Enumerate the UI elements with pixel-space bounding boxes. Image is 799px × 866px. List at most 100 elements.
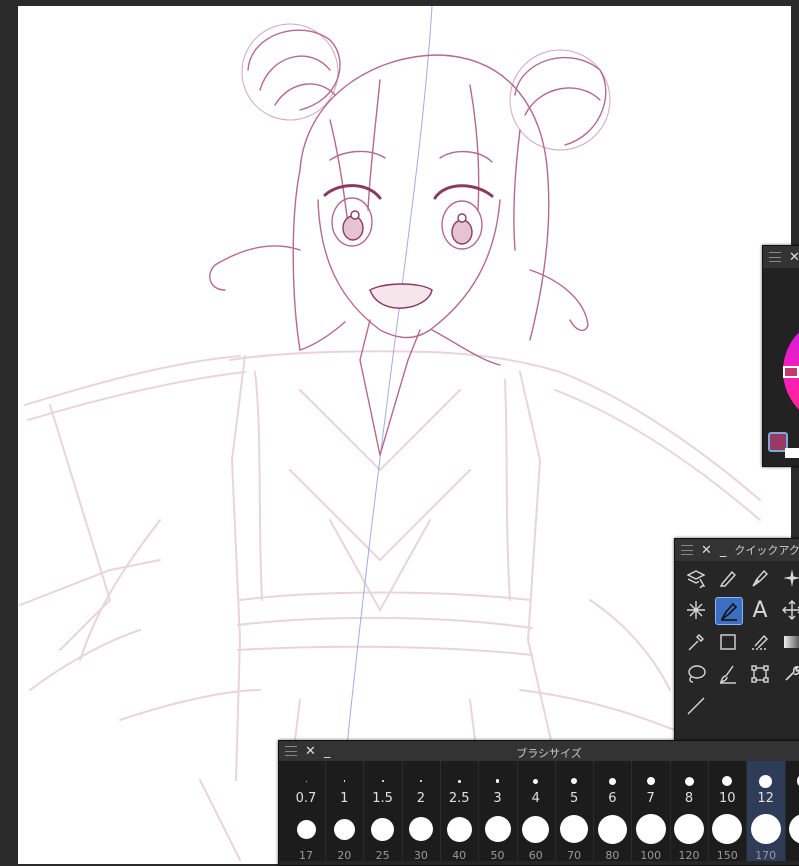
sparkle-icon[interactable] (779, 565, 799, 591)
close-icon[interactable]: ✕ (701, 544, 712, 557)
brush-size-preview-dot (750, 814, 781, 844)
brush-size-option[interactable]: 7 100 (632, 761, 671, 862)
brush-size-option[interactable]: 2.5 40 (440, 761, 480, 862)
brush-size-option[interactable]: 12 170 (746, 761, 786, 862)
brush-size-option[interactable]: 2 30 (402, 761, 441, 862)
brush-size-preview-dot (560, 815, 589, 843)
brush-size-label: 120 (678, 849, 700, 862)
layer-select-icon[interactable] (683, 565, 709, 591)
brush-size-preview-dot (674, 814, 704, 844)
brush-size-preview-dot (343, 780, 346, 782)
selection-pen-icon[interactable] (747, 629, 773, 655)
brush-size-label: 3 (493, 791, 502, 806)
text-tool-icon[interactable]: A (747, 597, 773, 623)
brush-size-option[interactable]: 1.5 25 (364, 761, 403, 862)
brush-size-preview-dot (571, 778, 578, 784)
brush-size-preview-dot (722, 776, 733, 786)
brush-size-label: 30 (413, 849, 428, 862)
brush-size-preview-dot (419, 779, 423, 783)
brush-size-label: 8 (684, 791, 694, 806)
brush-size-label: 1 (340, 791, 349, 806)
brush-size-label: 17 (299, 849, 313, 862)
brush-size-option[interactable]: 3 50 (479, 761, 518, 862)
line-tool-icon[interactable] (683, 693, 709, 719)
wrench-icon[interactable] (779, 661, 799, 687)
brush-size-label: 40 (452, 849, 467, 862)
brush-size-label: 170 (755, 849, 777, 862)
drag-handle-icon[interactable] (681, 545, 693, 555)
brush-size-preview-dot (457, 779, 461, 783)
g-pen-icon[interactable] (747, 565, 773, 591)
brush-size-label: 20 (337, 849, 352, 862)
brush-size-label: 2 (416, 791, 426, 806)
brush-size-preview-dot (684, 776, 694, 786)
brush-size-label: 25 (375, 849, 390, 862)
brush-size-preview-dot (296, 819, 316, 839)
eyedropper-icon[interactable] (683, 629, 709, 655)
brush-size-option[interactable]: 4 60 (517, 761, 556, 862)
brush-size-label: 2.5 (448, 791, 470, 806)
brush-size-label: 10 (719, 791, 736, 806)
brush-size-preview-dot (533, 778, 539, 784)
brush-size-label: 7 (646, 791, 655, 806)
brush-size-label: 100 (640, 849, 662, 862)
vector-pen-icon[interactable] (715, 597, 743, 625)
brush-size-label: 4 (531, 791, 540, 806)
brush-size-option[interactable]: 1 20 (325, 761, 365, 862)
color-wheel-panel: ✕ (762, 245, 799, 467)
quick-access-panel: ✕ _ クイックアク A (674, 538, 799, 758)
brush-size-preview-dot (608, 777, 616, 785)
brush-size-preview-dot (646, 777, 655, 785)
brush-size-preview-dot (759, 774, 773, 788)
close-icon[interactable]: ✕ (789, 251, 799, 264)
brush-size-panel: ✕ _ ブラシサイズ 0.7 17 1 20 1.5 25 2 30 2.5 40 3 50 4 60 5 7… (278, 740, 799, 866)
brush-size-label: 0.7 (295, 791, 317, 806)
color-panel-header[interactable]: ✕ (763, 246, 799, 268)
brush-size-label: 150 (716, 849, 738, 862)
brush-size-preview-dot (371, 817, 395, 841)
brush-size-label: 60 (528, 849, 543, 862)
gradient-icon[interactable] (779, 629, 799, 655)
move-icon[interactable] (779, 597, 799, 623)
brush-size-preview-dot (712, 814, 743, 844)
magic-wand-icon[interactable] (683, 597, 709, 623)
brush-size-option[interactable]: 0.7 17 (287, 761, 326, 862)
quick-access-tools: A (675, 561, 799, 757)
brush-size-label: 50 (490, 849, 505, 862)
brush-size-option[interactable]: 8 120 (670, 761, 709, 862)
minimize-icon[interactable]: _ (720, 544, 727, 557)
drag-handle-icon[interactable] (769, 252, 781, 262)
lasso-icon[interactable] (683, 661, 709, 687)
brush-size-option[interactable]: 5 70 (555, 761, 595, 862)
brush-size-preview-dot (484, 816, 511, 842)
sub-color-swatch[interactable] (785, 448, 799, 458)
brush-size-label: 6 (608, 791, 617, 806)
brush-size-list: 0.7 17 1 20 1.5 25 2 30 2.5 40 3 50 4 60 5 70 6 80 7 100 8 12… (279, 761, 799, 862)
brush-size-label: 12 (757, 791, 774, 806)
brush-size-option[interactable]: 10 150 (708, 761, 748, 862)
brush-size-label: 70 (567, 849, 582, 862)
brush-size-preview-dot (305, 780, 307, 782)
brush-size-preview-dot (381, 780, 384, 782)
paint-brush-icon[interactable] (715, 661, 741, 687)
brush-size-label: 1 (785, 791, 799, 806)
brush-size-preview-dot (788, 814, 799, 844)
quick-access-title: クイックアク (734, 544, 799, 557)
brush-size-label: 1.5 (372, 791, 393, 806)
brush-size-preview-dot (597, 814, 627, 844)
hue-marker[interactable] (783, 366, 799, 378)
brush-size-option[interactable]: 12 (785, 761, 799, 861)
quick-access-header[interactable]: ✕ _ クイックアク (675, 539, 799, 561)
marker-pen-icon[interactable] (715, 565, 741, 591)
brush-size-label: 2 (785, 849, 799, 862)
brush-size-preview-dot (495, 779, 500, 783)
brush-size-header[interactable]: ✕ _ ブラシサイズ (279, 741, 799, 761)
brush-size-preview-dot (446, 816, 472, 842)
transform-icon[interactable] (747, 661, 773, 687)
brush-size-preview-dot (408, 817, 433, 841)
rectangle-icon[interactable] (715, 629, 741, 655)
brush-size-preview-dot (333, 818, 355, 840)
brush-size-option[interactable]: 6 80 (593, 761, 633, 862)
brush-size-title: ブラシサイズ (516, 747, 582, 760)
brush-size-label: 80 (605, 849, 620, 862)
